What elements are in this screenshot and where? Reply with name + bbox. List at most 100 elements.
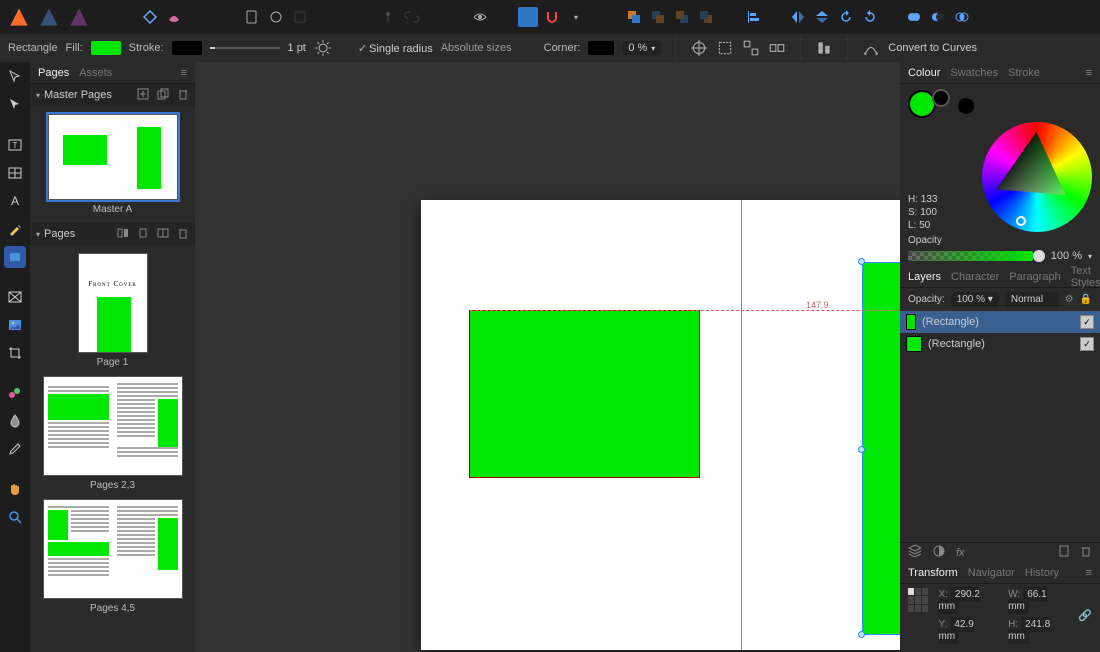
- stroke-settings-gear-icon[interactable]: [314, 39, 332, 57]
- arrange-front-icon[interactable]: [624, 7, 644, 27]
- page-thumb-1[interactable]: Front Cover: [78, 253, 148, 353]
- tab-text-styles[interactable]: Text Styles: [1071, 265, 1100, 289]
- master-add-icon[interactable]: [137, 88, 149, 103]
- vector-crop-tool-icon[interactable]: [4, 342, 26, 364]
- view-hand-tool-icon[interactable]: [4, 478, 26, 500]
- layer-row-2[interactable]: (Rectangle) ✓: [900, 333, 1100, 355]
- bool-intersect-icon[interactable]: [952, 7, 972, 27]
- tab-pages[interactable]: Pages: [38, 67, 69, 79]
- master-pages-header[interactable]: Master Pages: [30, 84, 195, 106]
- panel-menu-icon[interactable]: ≡: [1086, 567, 1092, 579]
- tool-group-shape-icon[interactable]: [140, 7, 160, 27]
- table-tool-icon[interactable]: [4, 162, 26, 184]
- place-image-tool-icon[interactable]: [4, 314, 26, 336]
- node-tool-icon[interactable]: [4, 94, 26, 116]
- pages-delete-icon[interactable]: [177, 227, 189, 242]
- arrange-back-icon[interactable]: [696, 7, 716, 27]
- layers-opacity-field[interactable]: 100 % ▾: [951, 292, 999, 307]
- pages-header[interactable]: Pages: [30, 223, 195, 245]
- picture-frame-tool-icon[interactable]: [4, 286, 26, 308]
- layer-visible-checkbox[interactable]: ✓: [1080, 337, 1094, 351]
- app-persona-photo-icon[interactable]: [36, 4, 62, 30]
- fill-swatch[interactable]: [91, 41, 121, 55]
- bool-add-icon[interactable]: [904, 7, 924, 27]
- colour-target-fill-stroke[interactable]: [908, 90, 950, 118]
- tab-character[interactable]: Character: [951, 271, 999, 283]
- tool-group-blur-icon[interactable]: [164, 7, 184, 27]
- absolute-sizes-checkbox[interactable]: Absolute sizes: [441, 42, 512, 54]
- resize-handle-sw[interactable]: [858, 631, 865, 638]
- colour-secondary-icon[interactable]: [958, 98, 974, 114]
- flip-vertical-icon[interactable]: [812, 7, 832, 27]
- master-page-thumb[interactable]: [48, 114, 178, 200]
- layer-name[interactable]: (Rectangle): [928, 338, 985, 350]
- transform-origin-icon[interactable]: [690, 39, 708, 57]
- colour-wheel[interactable]: [982, 122, 1092, 232]
- arrange-forward-icon[interactable]: [648, 7, 668, 27]
- single-radius-checkbox[interactable]: Single radius: [358, 42, 433, 55]
- convert-to-curves-button[interactable]: Convert to Curves: [888, 42, 977, 54]
- layer-fx-icon[interactable]: fx: [956, 547, 965, 559]
- colour-picker-tool-icon[interactable]: [4, 438, 26, 460]
- rotate-ccw-icon[interactable]: [836, 7, 856, 27]
- clip-mask-icon[interactable]: [290, 7, 310, 27]
- pen-tool-icon[interactable]: [4, 218, 26, 240]
- page-thumb-4-5[interactable]: [43, 499, 183, 599]
- opacity-slider-handle[interactable]: [1033, 250, 1045, 262]
- transform-separate-icon[interactable]: [768, 39, 786, 57]
- page-thumb-2-3[interactable]: [43, 376, 183, 476]
- tab-history[interactable]: History: [1025, 567, 1059, 579]
- snap-magnet-icon[interactable]: [542, 7, 562, 27]
- resize-handle-nw[interactable]: [858, 258, 865, 265]
- panel-menu-icon[interactable]: ≡: [181, 67, 187, 79]
- stroke-swatch[interactable]: [172, 41, 202, 55]
- fill-tool-icon[interactable]: [4, 382, 26, 404]
- corner-percent-field[interactable]: 0 %▾: [622, 41, 661, 55]
- tab-navigator[interactable]: Navigator: [968, 567, 1015, 579]
- corner-type-dropdown[interactable]: [588, 41, 614, 55]
- resize-handle-w[interactable]: [858, 446, 865, 453]
- rotate-cw-icon[interactable]: [860, 7, 880, 27]
- artistic-text-tool-icon[interactable]: A: [4, 190, 26, 212]
- canvas[interactable]: 147.9: [195, 62, 900, 652]
- text-frame-tool-icon[interactable]: T: [4, 134, 26, 156]
- convert-to-curves-icon[interactable]: [862, 39, 880, 57]
- tab-layers[interactable]: Layers: [908, 271, 941, 283]
- align-left-icon[interactable]: [744, 7, 764, 27]
- doc-mode-icon[interactable]: [242, 7, 262, 27]
- pages-spread-icon[interactable]: [157, 227, 169, 242]
- layer-name[interactable]: (Rectangle): [922, 316, 979, 328]
- app-persona-publisher-icon[interactable]: [66, 4, 92, 30]
- add-layer-icon[interactable]: [1058, 545, 1070, 560]
- preview-eye-icon[interactable]: [470, 7, 490, 27]
- rectangle-tool-icon[interactable]: [4, 246, 26, 268]
- layer-visible-checkbox[interactable]: ✓: [1080, 315, 1094, 329]
- move-tool-icon[interactable]: [4, 66, 26, 88]
- tab-stroke[interactable]: Stroke: [1008, 67, 1040, 79]
- layer-row-1[interactable]: (Rectangle) ✓: [900, 311, 1100, 333]
- pages-single-icon[interactable]: [137, 227, 149, 242]
- tab-colour[interactable]: Colour: [908, 67, 940, 79]
- rectangle-object-left[interactable]: [470, 311, 699, 477]
- arrange-backward-icon[interactable]: [672, 7, 692, 27]
- blend-options-icon[interactable]: ⚙: [1065, 294, 1074, 305]
- delete-layer-icon[interactable]: [1080, 545, 1092, 560]
- pin-icon[interactable]: [378, 7, 398, 27]
- adjustments-icon[interactable]: [932, 544, 946, 561]
- tab-transform[interactable]: Transform: [908, 567, 958, 579]
- link-break-icon[interactable]: [402, 7, 422, 27]
- snap-dropdown-icon[interactable]: ▾: [566, 7, 586, 27]
- blend-lock-icon[interactable]: 🔒: [1080, 294, 1092, 305]
- master-delete-icon[interactable]: [177, 88, 189, 103]
- tab-paragraph[interactable]: Paragraph: [1009, 271, 1060, 283]
- panel-menu-icon[interactable]: ≡: [1086, 67, 1092, 79]
- snap-shape-icon[interactable]: [518, 7, 538, 27]
- tab-assets[interactable]: Assets: [79, 67, 112, 79]
- stroke-width-value[interactable]: 1 pt: [288, 42, 306, 54]
- size-lock-icon[interactable]: 🔗: [1078, 609, 1092, 622]
- master-duplicate-icon[interactable]: [157, 88, 169, 103]
- transparency-tool-icon[interactable]: [4, 410, 26, 432]
- bool-subtract-icon[interactable]: [928, 7, 948, 27]
- transform-anchor-picker[interactable]: [908, 588, 928, 612]
- stroke-width-slider[interactable]: [210, 47, 280, 49]
